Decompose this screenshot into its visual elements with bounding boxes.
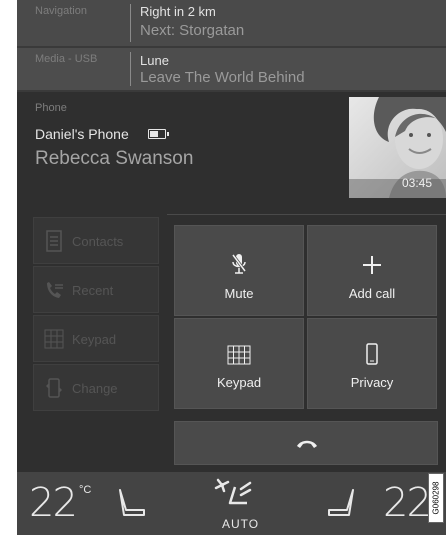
navigation-instruction: Right in 2 km [140,4,216,19]
battery-icon [148,129,169,139]
image-code-text: G060298 [431,481,441,515]
menu-change[interactable]: Change [33,364,159,411]
media-source-label: Media - USB [35,53,98,65]
menu-contacts[interactable]: Contacts [33,217,159,264]
end-call-button[interactable] [174,421,438,465]
navigation-label: Navigation [35,5,87,17]
phone-label: Phone [35,102,67,114]
image-code-label: G060298 [428,473,444,523]
recent-calls-icon [47,282,63,298]
keypad-grid-icon [227,345,251,365]
climate-bar: 22 °C AUTO 22 [17,472,446,535]
menu-keypad-label: Keypad [72,332,117,347]
media-artist: Lune [140,53,169,68]
fan-airflow-icon[interactable] [213,477,253,515]
menu-contacts-label: Contacts [72,234,124,249]
keypad-icon [44,329,64,349]
climate-auto-label[interactable]: AUTO [222,517,259,531]
navigation-divider [130,4,131,42]
contacts-icon [46,230,62,252]
plus-icon [363,256,381,274]
mute-button[interactable]: Mute [174,225,304,316]
mute-label: Mute [224,286,254,301]
phone-panel: Phone Daniel's Phone Rebecca Swanson 03:… [17,92,446,472]
right-seat-heat-icon[interactable] [325,488,359,518]
mobile-phone-icon [366,343,378,365]
navigation-next-street: Next: Storgatan [140,22,245,39]
section-divider [167,214,446,215]
add-call-label: Add call [348,286,396,301]
add-call-button[interactable]: Add call [307,225,437,316]
hang-up-icon [297,440,317,448]
contact-name: Rebecca Swanson [35,148,194,169]
media-tile[interactable]: Media - USB Lune Leave The World Behind [17,48,446,90]
media-divider [130,52,131,86]
left-temperature[interactable]: 22 [29,480,78,526]
microphone-muted-icon [231,254,247,274]
menu-recent-label: Recent [72,283,114,298]
menu-change-label: Change [72,381,118,396]
right-temperature[interactable]: 22 [383,480,432,526]
infotainment-screen: Navigation Right in 2 km Next: Storgatan… [17,0,446,535]
call-timer: 03:45 [401,176,432,190]
privacy-label: Privacy [350,375,394,390]
left-seat-heat-icon[interactable] [114,488,148,518]
navigation-tile[interactable]: Navigation Right in 2 km Next: Storgatan [17,0,446,46]
privacy-button[interactable]: Privacy [307,318,437,409]
menu-recent[interactable]: Recent [33,266,159,313]
device-name: Daniel's Phone [35,126,129,142]
temperature-unit: °C [79,484,92,496]
menu-keypad[interactable]: Keypad [33,315,159,362]
keypad-button[interactable]: Keypad [174,318,304,409]
keypad-label: Keypad [216,375,262,390]
contact-photo: 03:45 [349,97,446,198]
change-phone-icon [46,378,62,398]
media-track: Leave The World Behind [140,69,305,86]
